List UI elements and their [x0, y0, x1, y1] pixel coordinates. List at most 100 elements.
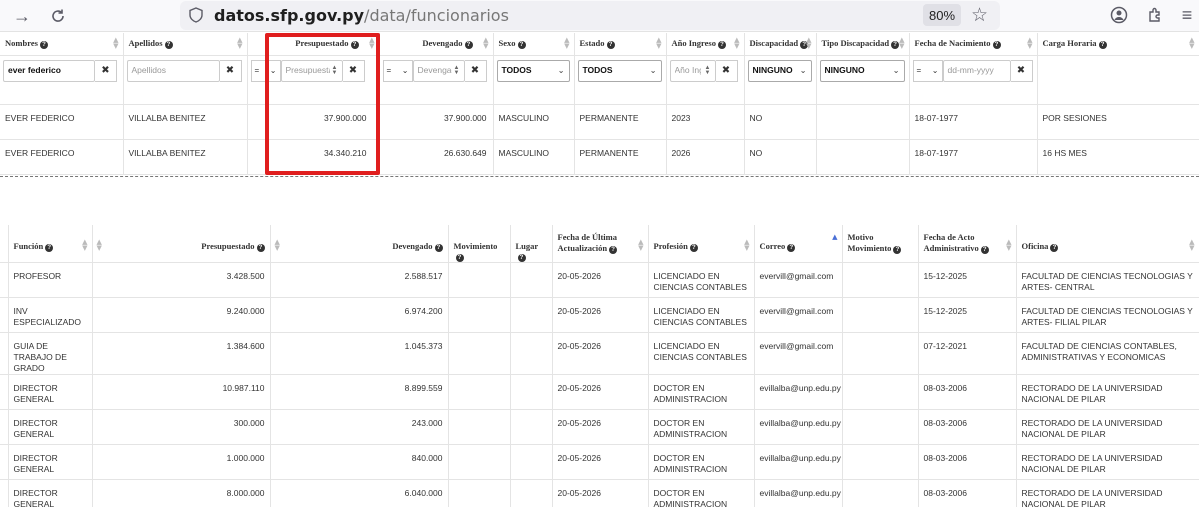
extensions-icon[interactable] [1144, 4, 1166, 26]
sort-icon[interactable]: ▲ ▼ [97, 239, 102, 252]
header-sexo[interactable]: Sexo? ▲ ▼ [493, 33, 575, 56]
sort-icon[interactable]: ▲ ▼ [82, 239, 87, 252]
header-apellidos[interactable]: Apellidos? ▲ ▼ [123, 33, 248, 56]
reload-icon[interactable] [46, 4, 70, 28]
header-oficina[interactable]: Oficina? ▲ ▼ [1016, 225, 1199, 263]
shield-icon[interactable] [189, 7, 203, 28]
table-row: PROFESOR 3.428.500 2.588.517 20-05-2026 LICE… [0, 262, 1199, 298]
header-devengado[interactable]: Devengado? ▲ ▼ [270, 225, 449, 263]
header-presupuestado[interactable]: Presupuestado? ▲ ▼ [247, 33, 380, 56]
header-carga-horaria[interactable]: Carga Horaria? ▲ ▼ [1037, 33, 1199, 56]
sort-icon[interactable]: ▲ ▼ [369, 37, 374, 50]
header-motivo-movimiento[interactable]: Motivo Movimiento? [842, 225, 919, 263]
menu-icon[interactable]: ≡ [1176, 4, 1198, 26]
spinner-icon[interactable]: ▲ ▼ [454, 65, 460, 76]
header-movimiento[interactable]: Movimiento? [448, 225, 511, 263]
cell-lugar [510, 332, 553, 375]
help-icon: ? [350, 41, 359, 49]
clear-icon[interactable]: ✖ [464, 59, 487, 82]
estado-filter-select[interactable]: TODOS ⌄ [577, 59, 662, 82]
url-bar[interactable]: datos.sfp.gov.py/data/funcionarios 80% ☆ [180, 1, 1000, 30]
header-correo[interactable]: Correo? ▲ [754, 225, 843, 263]
sort-icon[interactable]: ▲ ▼ [1027, 37, 1032, 50]
url-text[interactable]: datos.sfp.gov.py/data/funcionarios [214, 6, 509, 25]
devengado-operator-select[interactable]: = ⌄ [382, 59, 413, 82]
sort-icon[interactable]: ▲ ▼ [734, 37, 739, 50]
cell-fecha-acto: 08-03-2006 [918, 479, 1017, 507]
header-fecha-nacimiento[interactable]: Fecha de Nacimiento? ▲ ▼ [909, 33, 1038, 56]
cell-motivo-movimiento [842, 444, 919, 480]
cell-tipo-discapacidad [816, 139, 910, 175]
sort-icon[interactable]: ▲ ▼ [1189, 37, 1194, 50]
sort-icon[interactable]: ▲ ▼ [237, 37, 242, 50]
header-lugar[interactable]: Lugar? [510, 225, 553, 263]
table-row: EVER FEDERICO VILLALBA BENITEZ 37.900.00… [0, 104, 1199, 140]
sort-icon[interactable]: ▲ ▼ [275, 239, 280, 252]
header-estado[interactable]: Estado? ▲ ▼ [574, 33, 667, 56]
account-icon[interactable] [1108, 4, 1130, 26]
filter-cell-fecha-nacimiento: = ⌄ dd-mm-yyyy ✖ [909, 55, 1038, 105]
discapacidad-filter-select[interactable]: NINGUNO ⌄ [747, 59, 812, 82]
sexo-filter-select[interactable]: TODOS ⌄ [496, 59, 570, 82]
cell-fecha-actualizacion: 20-05-2026 [552, 444, 649, 480]
cell-carga-horaria: POR SESIONES [1037, 104, 1199, 140]
fecha-operator-select[interactable]: = ⌄ [912, 59, 943, 82]
sort-icon[interactable]: ▲ ▼ [806, 37, 811, 50]
help-icon: ? [992, 41, 1001, 49]
header-presupuestado[interactable]: Presupuestado? ▲ ▼ [92, 225, 271, 263]
header-profesion[interactable]: Profesión? ▲ ▼ [648, 225, 755, 263]
help-icon: ? [980, 246, 989, 254]
header-devengado[interactable]: Devengado? ▲ ▼ [379, 33, 494, 56]
zoom-level-badge[interactable]: 80% [923, 4, 961, 26]
cell-correo: evillalba@unp.edu.py [754, 409, 843, 445]
clear-icon[interactable]: ✖ [715, 59, 738, 82]
clear-icon[interactable]: ✖ [342, 59, 365, 82]
sort-icon[interactable]: ▲ ▼ [1006, 239, 1011, 252]
header-fecha-actualizacion[interactable]: Fecha de Última Actualización? ▲ ▼ [552, 225, 649, 263]
help-icon: ? [455, 254, 464, 262]
clear-icon[interactable]: ✖ [219, 59, 242, 82]
header-funcion[interactable]: Función? ▲ ▼ [8, 225, 93, 263]
header-fecha-acto[interactable]: Fecha de Acto Administrativo? ▲ ▼ [918, 225, 1017, 263]
cell-lugar [510, 409, 553, 445]
cell-motivo-movimiento [842, 409, 919, 445]
sort-icon[interactable]: ▲ ▼ [113, 37, 118, 50]
devengado-filter-input[interactable]: Devengado▲▼ [412, 59, 465, 82]
help-icon: ? [1050, 244, 1059, 252]
cell-devengado: 6.974.200 [270, 297, 449, 333]
sort-icon[interactable]: ▲ ▼ [656, 37, 661, 50]
presupuestado-operator-select[interactable]: = ⌄ [250, 59, 281, 82]
header-discapacidad[interactable]: Discapacidad? ▲ ▼ [744, 33, 817, 56]
sort-icon[interactable]: ▲ ▼ [899, 37, 904, 50]
cell-devengado: 37.900.000 [379, 104, 494, 140]
spinner-icon[interactable]: ▲ ▼ [705, 65, 711, 76]
sort-ascending-icon[interactable]: ▲ [832, 234, 837, 241]
sort-icon[interactable]: ▲ ▼ [1189, 239, 1194, 252]
filter-cell-carga [1037, 55, 1199, 105]
sort-icon[interactable]: ▲ ▼ [564, 37, 569, 50]
back-arrow-icon[interactable]: → [10, 4, 34, 28]
filter-cell-devengado: =⌄ Devengado▲▼ ✖ [379, 55, 494, 105]
sort-icon[interactable]: ▲ ▼ [744, 239, 749, 252]
cell-expand [0, 479, 9, 507]
anio-filter-input[interactable]: Año Ingreso▲▼ [669, 59, 716, 82]
cell-presupuestado: 34.340.210 [247, 139, 380, 175]
bookmark-star-icon[interactable]: ☆ [971, 4, 988, 27]
apellidos-filter-input[interactable]: Apellidos [126, 59, 220, 82]
cell-fecha-acto: 15-12-2025 [918, 297, 1017, 333]
sort-icon[interactable]: ▲ ▼ [483, 37, 488, 50]
cell-correo: evillalba@unp.edu.py [754, 479, 843, 507]
cell-fecha-acto: 08-03-2006 [918, 374, 1017, 410]
nombres-filter-input[interactable]: ever federico [3, 59, 95, 82]
header-anio-ingreso[interactable]: Año Ingreso? ▲ ▼ [666, 33, 745, 56]
header-nombres[interactable]: Nombres? ▲ ▼ [0, 33, 124, 56]
header-tipo-discapacidad[interactable]: Tipo Discapacidad? ▲ ▼ [816, 33, 910, 56]
presupuestado-filter-input[interactable]: Presupuestado▲▼ [280, 59, 343, 82]
spinner-icon[interactable]: ▲ ▼ [332, 65, 338, 76]
clear-icon[interactable]: ✖ [1010, 59, 1033, 82]
tipo-discapacidad-filter-select[interactable]: NINGUNO ⌄ [819, 59, 905, 82]
cell-anio: 2023 [666, 104, 745, 140]
fecha-nacimiento-input[interactable]: dd-mm-yyyy [942, 59, 1011, 82]
sort-icon[interactable]: ▲ ▼ [638, 239, 643, 252]
clear-icon[interactable]: ✖ [95, 59, 117, 82]
